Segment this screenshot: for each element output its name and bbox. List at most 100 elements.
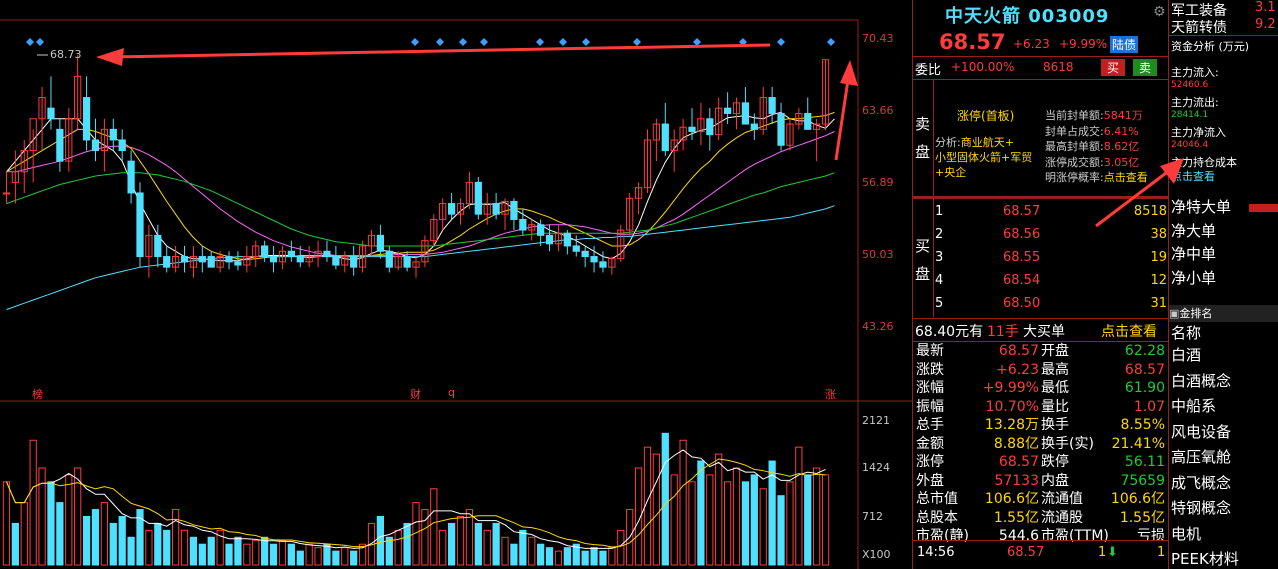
volume-bar (545, 547, 554, 566)
stock-title: 中天火箭 003009 (945, 2, 1109, 28)
stat-label: 金额 (916, 435, 944, 452)
sector-item[interactable]: 电机 (1169, 522, 1278, 548)
limit-analysis: 分析:商业航天+ 小型固体火箭+军贸 +央企 (935, 135, 1045, 180)
volume-bar (118, 515, 126, 566)
volume-bar (189, 536, 198, 566)
orderbook: 1 68.57 8518 2 68.56 38 3 68.55 19 4 68.54 12 5 68.50… (935, 200, 1167, 315)
big-order-row: 68.40元有 11手 大买单 点击查看 (913, 318, 1169, 342)
sector-item[interactable]: 白酒概念 (1169, 369, 1278, 395)
limit-row-value: 3.05亿 (1103, 155, 1140, 169)
fund-title: 资金分析 (万元) (1171, 40, 1250, 53)
sell-button[interactable]: 卖 (1133, 59, 1158, 76)
volume-axis-label: 1424 (862, 461, 890, 474)
sector-item[interactable]: 中船系 (1169, 394, 1278, 420)
candle-body (777, 112, 785, 146)
sector-item[interactable]: 风电设备 (1169, 420, 1278, 446)
candle-body (2, 192, 11, 195)
flow-list: 净特大单 净大单 净中单净小单 (1169, 196, 1278, 290)
flow-item[interactable]: 净中单 (1169, 243, 1278, 267)
order-price: 68.54 (1003, 273, 1041, 288)
name-column-header[interactable]: 名称 (1171, 322, 1201, 343)
big-order-link[interactable]: 点击查看 (1101, 321, 1157, 341)
orderbook-row[interactable]: 2 68.56 38 (935, 223, 1167, 246)
orderbook-row[interactable]: 4 68.54 12 (935, 269, 1167, 292)
stat-label: 总市值 (916, 491, 958, 507)
flow-item[interactable]: 净特大单 (1169, 196, 1278, 220)
sector-list: 白酒 白酒概念 中船系 风电设备 高压氧舱 成飞概念 特钢概念 电机 PEEK材料 (1169, 343, 1278, 569)
candle-body (287, 250, 295, 258)
limit-row-label: 封单占成交: (1045, 124, 1104, 138)
gear-icon[interactable]: ⚙ (1153, 4, 1166, 20)
pan-char: 盘 (915, 265, 931, 283)
price-axis-label: 63.66 (862, 104, 894, 117)
related-bond-value: 9.2 (1255, 17, 1276, 32)
stat-value: 68.57 (998, 343, 1039, 359)
marker-q[interactable]: q (448, 386, 455, 399)
marker-bang[interactable]: 榜 (32, 386, 43, 402)
rank-icon: ▣ (1169, 307, 1180, 320)
sector-item[interactable]: 高压氧舱 (1169, 445, 1278, 471)
candle-body (492, 203, 500, 215)
kline-chart[interactable] (0, 0, 912, 569)
flow-label: 净中单 (1171, 245, 1217, 263)
volume-bar (447, 522, 456, 566)
candle-body (207, 256, 215, 268)
volume-bar (750, 474, 758, 566)
volume-bar (804, 474, 812, 566)
volume-bar (296, 550, 304, 566)
big-order-price: 68.40元有 (915, 324, 984, 340)
volume-bar (741, 481, 750, 566)
candle-body (510, 200, 518, 220)
candle-body (741, 102, 750, 125)
candle-body (47, 107, 55, 120)
pan-char: 盘 (915, 143, 931, 161)
stat-label: 涨幅 (916, 380, 944, 396)
sector-item[interactable]: 白酒 (1169, 343, 1278, 369)
stat-label: 最新 (916, 343, 944, 359)
limit-title: 涨停(首板) (957, 109, 1015, 123)
candle-body (723, 107, 732, 114)
stat-value: +9.99% (982, 380, 1039, 396)
stat-label: 换手 (1041, 417, 1069, 433)
volume-bar (163, 529, 171, 566)
stat-label: 内盘 (1041, 472, 1069, 489)
order-volume: 8518 (1133, 204, 1167, 219)
marker-cai[interactable]: 财 (410, 386, 421, 402)
candle-body (572, 245, 580, 252)
bond-tag[interactable]: 陆债 (1110, 36, 1139, 53)
sector-item[interactable]: 成飞概念 (1169, 471, 1278, 497)
volume-bar (590, 547, 598, 566)
marker-zhang[interactable]: 涨 (825, 386, 836, 402)
order-volume: 12 (1150, 273, 1167, 288)
flow-item[interactable]: 净小单 (1169, 267, 1278, 291)
stat-value: 1.07 (1133, 398, 1165, 415)
volume-bar (225, 543, 233, 566)
price-axis-label: 56.89 (862, 176, 894, 189)
limit-row-value[interactable]: 点击查看 (1104, 171, 1148, 184)
order-price: 68.50 (1003, 296, 1041, 311)
orderbook-row[interactable]: 1 68.57 8518 (935, 200, 1167, 223)
candle-body (474, 181, 482, 215)
volume-bar (127, 536, 135, 566)
stats-table: 最新 68.57 开盘 62.28 涨跌 +6.23 最高 68.57 涨幅 +9.99% 最低 61… (913, 342, 1169, 544)
sector-item[interactable]: 特钢概念 (1169, 496, 1278, 522)
weibi-row: 委比 +100.00% 8618 买 卖 (913, 56, 1169, 80)
sell-char: 卖 (915, 115, 931, 133)
order-level: 2 (935, 227, 944, 242)
volume-bar (47, 481, 55, 566)
candle-body (332, 256, 340, 266)
orderbook-row[interactable]: 5 68.50 31 (935, 292, 1167, 315)
sector-item[interactable]: PEEK材料 (1169, 547, 1278, 569)
stat-label: 最高 (1041, 361, 1069, 378)
rank-title: 金排名 (1179, 307, 1213, 320)
orderbook-row[interactable]: 3 68.55 19 (935, 246, 1167, 269)
related-bond[interactable]: 天箭转债 (1171, 17, 1227, 37)
flow-item[interactable]: 净大单 (1169, 220, 1278, 244)
cost-link[interactable]: 点击查看 (1171, 168, 1215, 184)
high-price-label: 68.73 (50, 48, 82, 61)
buy-button[interactable]: 买 (1101, 59, 1126, 76)
candle-body (109, 128, 117, 141)
candle-body (56, 128, 64, 162)
zl-out-label: 主力流出: (1171, 96, 1219, 109)
volume-bar (376, 515, 385, 566)
